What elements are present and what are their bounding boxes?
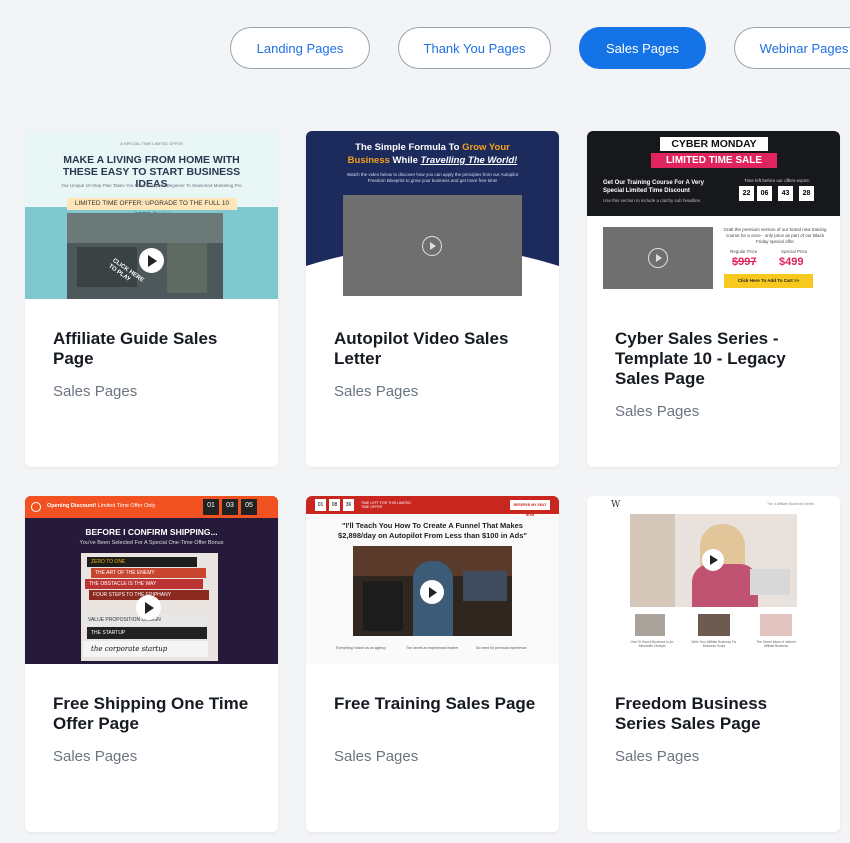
card-title: Affiliate Guide Sales Page (53, 329, 218, 368)
card-category: Sales Pages (53, 383, 138, 400)
timer-digit: 28 (799, 186, 814, 201)
thumb-image (760, 614, 792, 636)
card-title: Cyber Sales Series - Template 10 - Legac… (615, 329, 786, 388)
card-title: Freedom Business Series Sales Page (615, 694, 768, 733)
template-card-free-training[interactable]: 01 08 36 TIME LEFT FOR THIS LIMITED TIME… (306, 496, 559, 832)
template-card-autopilot-vsl[interactable]: The Simple Formula To Grow Your Business… (306, 131, 559, 467)
regular-price: $997 (732, 256, 757, 268)
thumb-bullet: The secret an experienced trainer (406, 646, 459, 650)
thumb-image (635, 614, 665, 636)
thumb-discount-bar: Opening Discount! Limited Time Offer Onl… (47, 503, 156, 509)
thumb-ribbon: LIMITED TIME SALE (651, 153, 777, 168)
thumb-offer: Get Our Training Course For A Very Speci… (603, 180, 704, 194)
play-icon[interactable] (422, 236, 442, 256)
thumb-headline: BEFORE I CONFIRM SHIPPING... (85, 527, 218, 537)
thumb-kicker: A SPECIAL TIME LIMITED OFFER (120, 141, 183, 146)
card-title: Free Shipping One Time Offer Page (53, 694, 249, 733)
thumb-nav: The 4 Affiliate Business Series (767, 502, 815, 506)
thumb-bar-button: RESERVE MY SEAT NOW (510, 500, 550, 517)
thumb-banner: CYBER MONDAY (660, 137, 768, 151)
thumb-description: Grab the premium version of our brand ne… (723, 227, 827, 244)
template-thumbnail: 01 08 36 TIME LEFT FOR THIS LIMITED TIME… (306, 496, 559, 664)
add-to-cart-button: Click Here To Add To Cart >> (724, 274, 813, 288)
clock-icon (31, 502, 41, 512)
timer-digit: 06 (757, 186, 772, 201)
play-icon[interactable] (139, 248, 164, 273)
card-category: Sales Pages (334, 383, 419, 400)
thumb-logo: W (611, 500, 621, 510)
thumb-caption: How To Start A Business In An Affordable… (630, 640, 674, 648)
timer-digit: 05 (241, 499, 257, 515)
card-category: Sales Pages (615, 403, 700, 420)
regular-price-label: Regular Price (730, 249, 758, 254)
timer-digit: 22 (739, 186, 754, 201)
thumb-bar-text: TIME LEFT FOR THIS LIMITED TIME OFFER (361, 501, 411, 509)
filter-landing-pages[interactable]: Landing Pages (230, 27, 370, 69)
thumb-offer-bar: LIMITED TIME OFFER: UPGRADE TO THE FULL … (67, 198, 237, 219)
template-card-cyber-sales-series[interactable]: CYBER MONDAY LIMITED TIME SALE Get Our T… (587, 131, 840, 467)
thumb-bullet: Everything I learnt as an agency (336, 646, 387, 650)
card-title: Free Training Sales Page (334, 694, 536, 713)
timer-digit: 43 (778, 186, 793, 201)
play-icon[interactable] (136, 595, 161, 620)
play-icon[interactable] (420, 580, 444, 604)
template-thumbnail: W The 4 Affiliate Business Series How To… (587, 496, 840, 664)
timer-digit: 01 (315, 499, 326, 511)
special-price: $499 (779, 256, 804, 268)
card-title: Autopilot Video Sales Letter (334, 329, 509, 368)
template-card-freedom-business[interactable]: W The 4 Affiliate Business Series How To… (587, 496, 840, 832)
thumb-headline: "I'll Teach You How To Create A Funnel T… (338, 521, 527, 540)
play-icon[interactable] (648, 248, 668, 268)
thumb-caption: Write Your Affiliate Business For Busine… (691, 640, 737, 648)
template-card-affiliate-guide[interactable]: A SPECIAL TIME LIMITED OFFER MAKE A LIVI… (25, 131, 278, 467)
template-thumbnail: The Simple Formula To Grow Your Business… (306, 131, 559, 299)
thumb-subhead: Watch the video below to discover how yo… (347, 172, 518, 183)
filter-webinar-pages[interactable]: Webinar Pages (734, 27, 850, 69)
thumb-image (698, 614, 730, 636)
thumb-timer-label: Time left before our offers expire: (743, 178, 811, 183)
filter-thank-you-pages[interactable]: Thank You Pages (398, 27, 551, 69)
template-thumbnail: A SPECIAL TIME LIMITED OFFER MAKE A LIVI… (25, 131, 278, 299)
card-category: Sales Pages (615, 748, 700, 765)
thumb-caption: The Secret Ideas of Internet Affiliate B… (756, 640, 796, 648)
category-filter-bar: Landing Pages Thank You Pages Sales Page… (0, 27, 850, 69)
thumb-offer-sub: Use this section to include a catchy sub… (603, 198, 702, 203)
template-thumbnail: Opening Discount! Limited Time Offer Onl… (25, 496, 278, 664)
template-thumbnail: CYBER MONDAY LIMITED TIME SALE Get Our T… (587, 131, 840, 299)
timer-digit: 01 (203, 499, 219, 515)
thumb-subhead: You've Been Selected For A Special One-T… (79, 540, 224, 546)
special-price-label: Special Price (781, 249, 808, 254)
thumb-bullet: No need for previous experience (476, 646, 527, 650)
thumb-headline: The Simple Formula To Grow Your Business… (347, 142, 518, 166)
template-card-free-shipping-oto[interactable]: Opening Discount! Limited Time Offer Onl… (25, 496, 278, 832)
card-category: Sales Pages (53, 748, 138, 765)
card-category: Sales Pages (334, 748, 419, 765)
thumb-subhead: Our Unique 10-Step Plan Takes You From C… (61, 183, 242, 188)
timer-digit: 36 (343, 499, 354, 511)
play-icon[interactable] (702, 549, 724, 571)
filter-sales-pages[interactable]: Sales Pages (579, 27, 706, 69)
timer-digit: 03 (222, 499, 238, 515)
timer-digit: 08 (329, 499, 340, 511)
